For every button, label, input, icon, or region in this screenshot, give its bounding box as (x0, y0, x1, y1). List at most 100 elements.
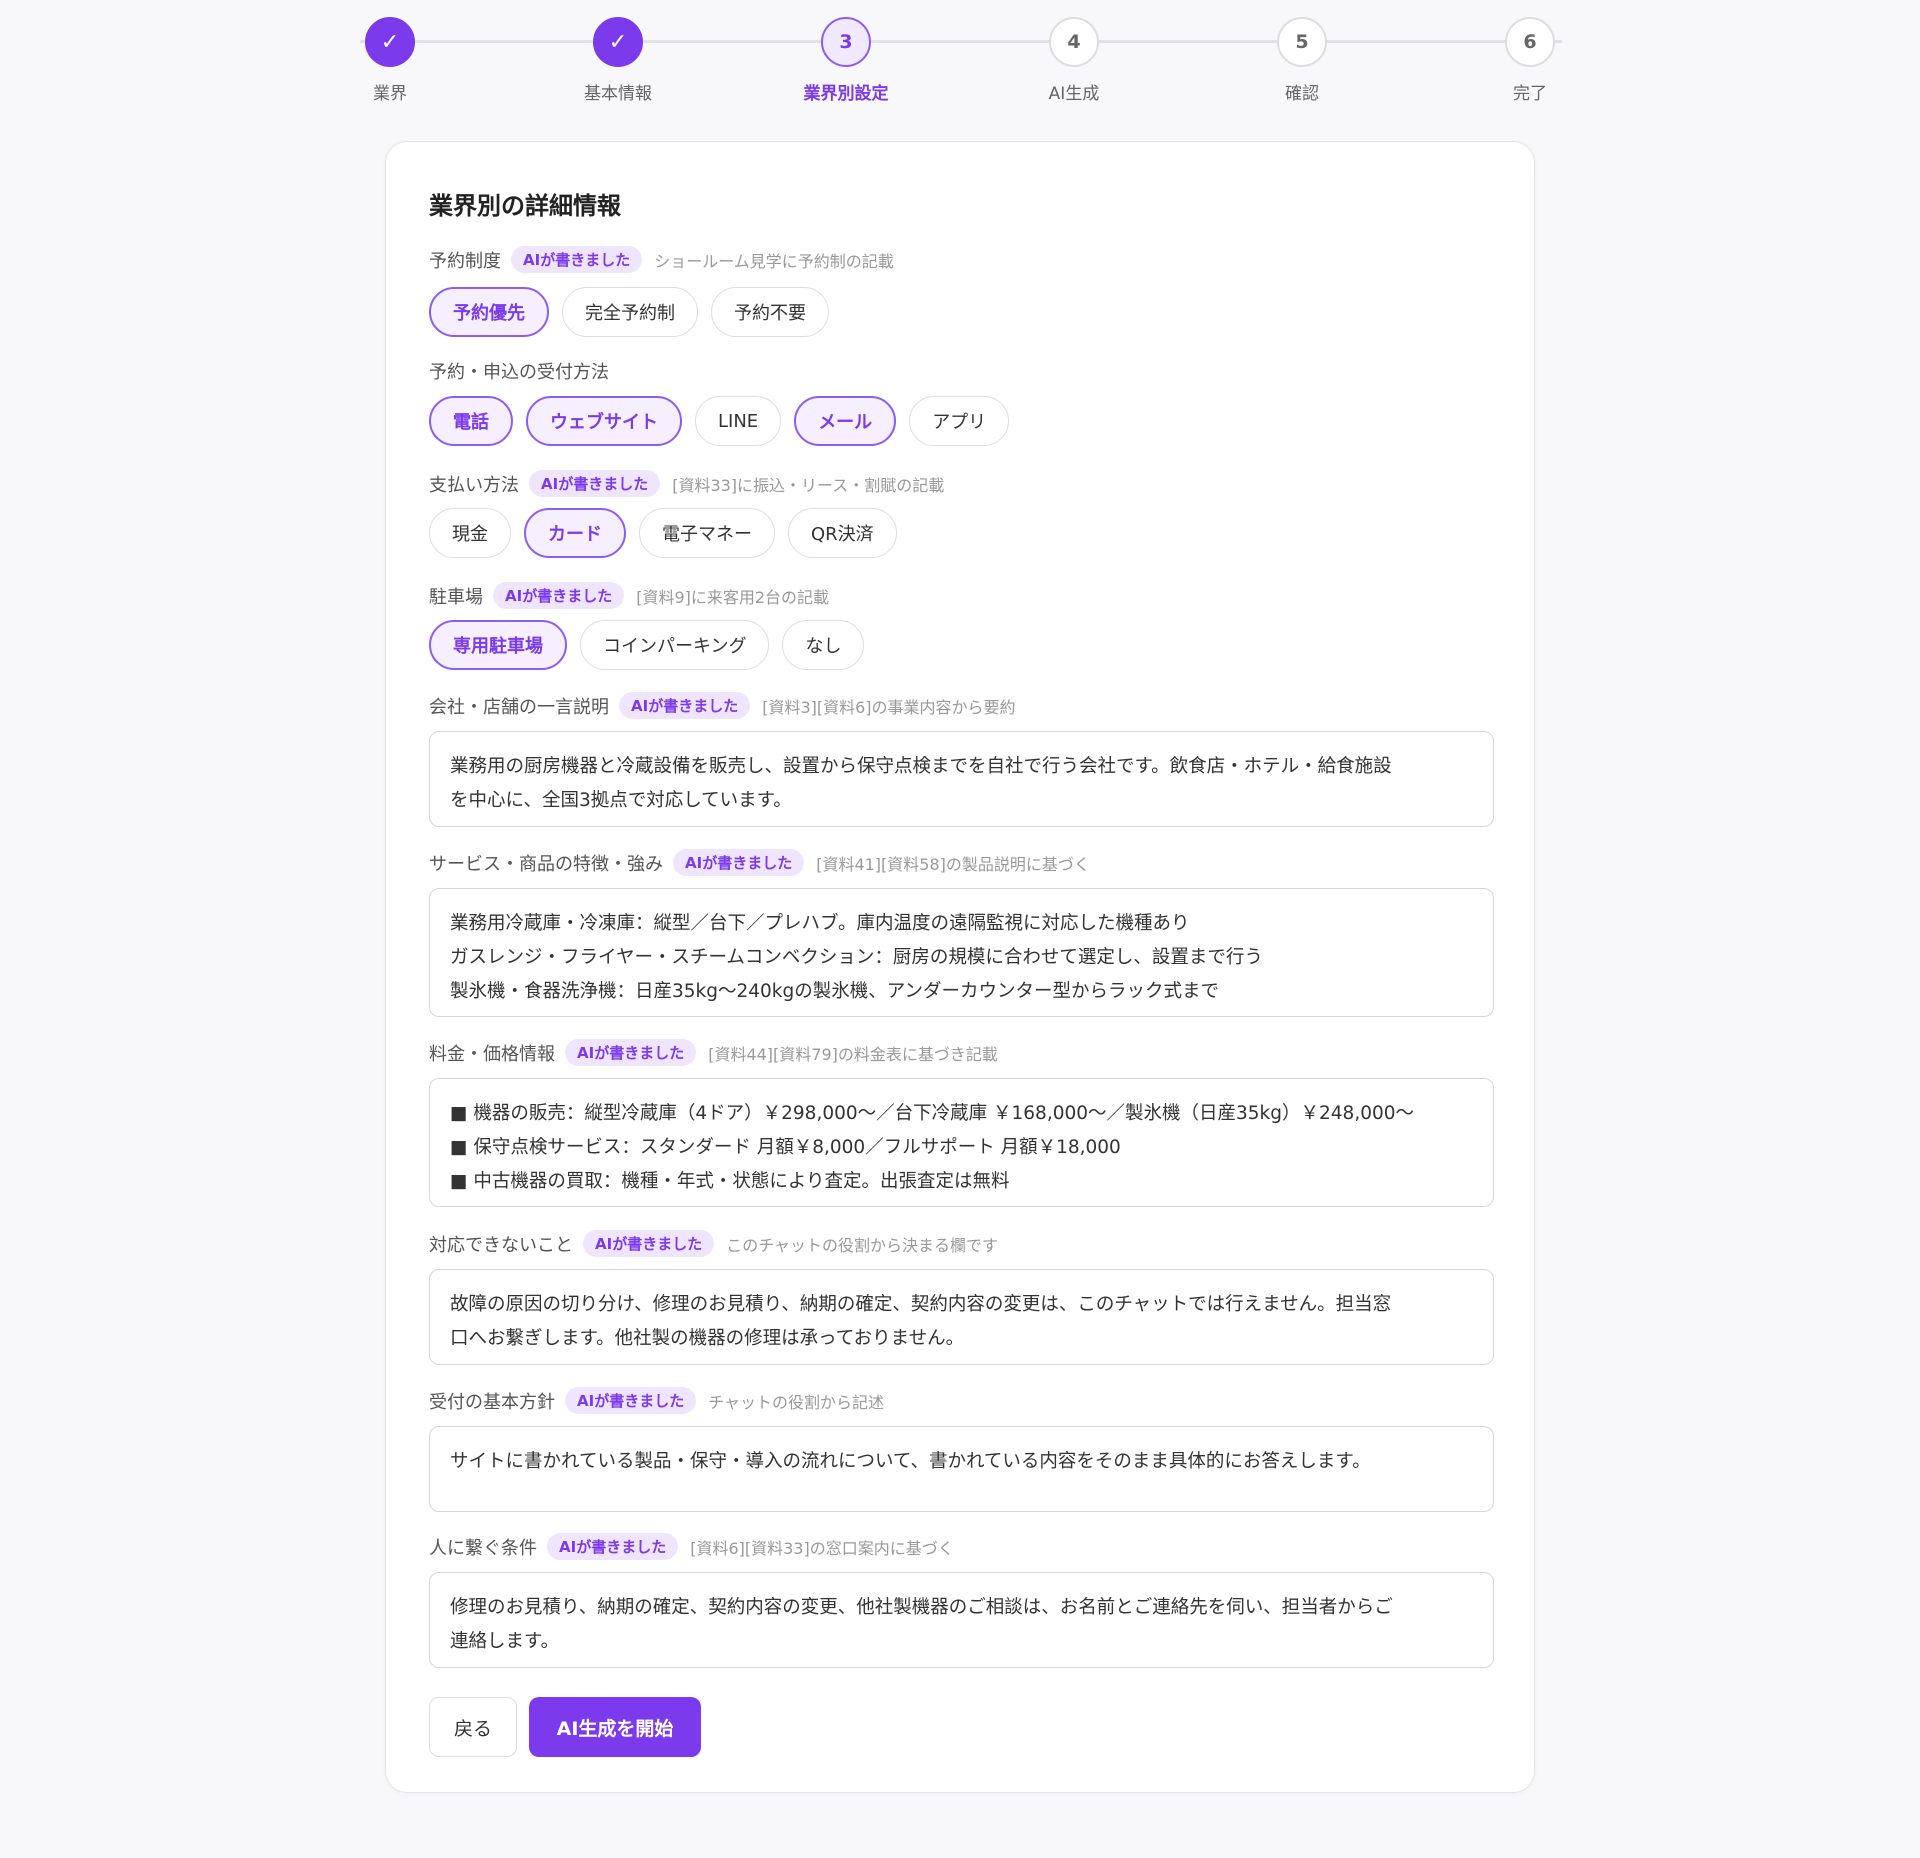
option-chip[interactable]: 電子マネー (639, 508, 775, 558)
step-6: 6 完了 (1460, 17, 1600, 104)
description-field-header: 会社・店舗の一言説明 AIが書きました [資料3][資料6]の事業内容から要約 (429, 692, 1016, 719)
ai-written-badge: AIが書きました (493, 582, 625, 609)
ai-written-badge: AIが書きました (529, 470, 661, 497)
ai-written-badge: AIが書きました (547, 1533, 679, 1560)
step-check-icon: ✓ (365, 17, 415, 67)
option-chip[interactable]: カード (524, 508, 626, 558)
field-source-hint: このチャットの役割から決まる欄です (726, 1235, 999, 1255)
pricing-field-header: 料金・価格情報 AIが書きました [資料44][資料79]の料金表に基づき記載 (429, 1039, 998, 1066)
field-source-hint: チャットの役割から記述 (708, 1392, 885, 1412)
back-button[interactable]: 戻る (429, 1697, 517, 1757)
ai-written-badge: AIが書きました (565, 1039, 697, 1066)
step-label: 業界 (373, 84, 407, 104)
field-source-hint: [資料9]に来客用2台の記載 (636, 587, 830, 607)
start-ai-generation-button[interactable]: AI生成を開始 (529, 1697, 701, 1757)
text-line: 製氷機・食器洗浄機：日産35kg〜240kgの製氷機、アンダーカウンター型からラ… (450, 981, 1220, 1002)
step-number: 5 (1277, 17, 1327, 67)
field-source-hint: [資料6][資料33]の窓口案内に基づく (690, 1538, 954, 1558)
field-label: 人に繋ぐ条件 (429, 1537, 537, 1559)
payment-options: 現金 カード 電子マネー QR決済 (429, 508, 910, 558)
text-line: ■ 中古機器の買取：機種・年式・状態により査定。出張査定は無料 (450, 1171, 1010, 1192)
step-label: 基本情報 (584, 84, 652, 104)
option-chip[interactable]: 完全予約制 (562, 287, 698, 337)
text-line: ■ 機器の販売：縦型冷蔵庫（4ドア）￥298,000〜／台下冷蔵庫 ￥168,0… (450, 1103, 1415, 1124)
ai-written-badge: AIが書きました (673, 849, 805, 876)
text-line: サイトに書かれている製品・保守・導入の流れについて、書かれている内容をそのまま具… (450, 1451, 1371, 1472)
text-line: ■ 保守点検サービス：スタンダード 月額￥8,000／フルサポート 月額￥18,… (450, 1137, 1121, 1158)
cannot-do-textarea[interactable]: 故障の原因の切り分け、修理のお見積り、納期の確定、契約内容の変更は、このチャット… (429, 1269, 1494, 1365)
field-label: 料金・価格情報 (429, 1043, 555, 1065)
text-line: 業務用の厨房機器と冷蔵設備を販売し、設置から保守点検までを自社で行う会社です。飲… (450, 756, 1392, 777)
text-line: を中心に、全国3拠点で対応しています。 (450, 790, 792, 811)
field-source-hint: [資料3][資料6]の事業内容から要約 (762, 697, 1016, 717)
field-label: 駐車場 (429, 586, 483, 608)
field-source-hint: [資料44][資料79]の料金表に基づき記載 (708, 1044, 998, 1064)
option-chip[interactable]: 現金 (429, 508, 511, 558)
ai-written-badge: AIが書きました (511, 246, 643, 273)
field-label: 予約制度 (429, 250, 501, 272)
option-chip[interactable]: なし (782, 620, 865, 670)
text-line: 連絡します。 (450, 1631, 560, 1652)
step-1[interactable]: ✓ 業界 (320, 17, 460, 104)
option-chip[interactable]: 予約優先 (429, 287, 549, 337)
description-textarea[interactable]: 業務用の厨房機器と冷蔵設備を販売し、設置から保守点検までを自社で行う会社です。飲… (429, 731, 1494, 827)
ai-written-badge: AIが書きました (619, 692, 751, 719)
cannot-do-field-header: 対応できないこと AIが書きました このチャットの役割から決まる欄です (429, 1230, 998, 1257)
industry-details-card: 業界別の詳細情報 予約制度 AIが書きました ショールーム見学に予約制の記載 予… (385, 141, 1535, 1793)
text-line: ガスレンジ・フライヤー・スチームコンベクション：厨房の規模に合わせて選定し、設置… (450, 947, 1263, 968)
field-label: 受付の基本方針 (429, 1391, 555, 1413)
option-chip[interactable]: 専用駐車場 (429, 620, 567, 670)
step-number: 4 (1049, 17, 1099, 67)
step-number: 6 (1505, 17, 1555, 67)
parking-field-header: 駐車場 AIが書きました [資料9]に来客用2台の記載 (429, 582, 829, 609)
reception-options: 電話 ウェブサイト LINE メール アプリ (429, 396, 1022, 446)
option-chip[interactable]: 電話 (429, 396, 513, 446)
step-label: 完了 (1513, 84, 1547, 104)
step-5: 5 確認 (1232, 17, 1372, 104)
text-line: 故障の原因の切り分け、修理のお見積り、納期の確定、契約内容の変更は、このチャット… (450, 1294, 1392, 1315)
handoff-field-header: 人に繋ぐ条件 AIが書きました [資料6][資料33]の窓口案内に基づく (429, 1533, 954, 1560)
text-line: 修理のお見積り、納期の確定、契約内容の変更、他社製機器のご相談は、お名前とご連絡… (450, 1597, 1393, 1618)
step-label: 業界別設定 (803, 84, 889, 104)
option-chip[interactable]: LINE (695, 396, 782, 446)
field-label: 予約・申込の受付方法 (429, 362, 609, 383)
policy-textarea[interactable]: サイトに書かれている製品・保守・導入の流れについて、書かれている内容をそのまま具… (429, 1426, 1494, 1512)
progress-stepper: ✓ 業界 ✓ 基本情報 3 業界別設定 4 AI生成 5 確認 6 完了 (0, 0, 1920, 110)
text-line: 口へお繋ぎします。他社製の機器の修理は承っておりません。 (450, 1328, 965, 1349)
reception-field-header: 予約・申込の受付方法 (429, 358, 619, 384)
pricing-textarea[interactable]: ■ 機器の販売：縦型冷蔵庫（4ドア）￥298,000〜／台下冷蔵庫 ￥168,0… (429, 1078, 1494, 1207)
features-textarea[interactable]: 業務用冷蔵庫・冷凍庫：縦型／台下／プレハブ。庫内温度の遠隔監視に対応した機種あり… (429, 888, 1494, 1017)
policy-field-header: 受付の基本方針 AIが書きました チャットの役割から記述 (429, 1387, 884, 1414)
field-label: 対応できないこと (429, 1234, 573, 1256)
option-chip[interactable]: 予約不要 (711, 287, 829, 337)
field-label: 会社・店舗の一言説明 (429, 696, 609, 718)
step-3[interactable]: 3 業界別設定 (776, 17, 916, 104)
option-chip[interactable]: QR決済 (788, 508, 897, 558)
field-label: サービス・商品の特徴・強み (429, 853, 663, 875)
reservation-options: 予約優先 完全予約制 予約不要 (429, 287, 842, 337)
option-chip[interactable]: コインパーキング (580, 620, 770, 670)
field-source-hint: [資料33]に振込・リース・割賦の記載 (672, 475, 945, 495)
ai-written-badge: AIが書きました (583, 1230, 715, 1257)
text-line: 業務用冷蔵庫・冷凍庫：縦型／台下／プレハブ。庫内温度の遠隔監視に対応した機種あり (450, 913, 1190, 934)
reservation-field-header: 予約制度 AIが書きました ショールーム見学に予約制の記載 (429, 246, 894, 273)
step-4: 4 AI生成 (1004, 17, 1144, 104)
step-check-icon: ✓ (593, 17, 643, 67)
step-2[interactable]: ✓ 基本情報 (548, 17, 688, 104)
option-chip[interactable]: メール (794, 396, 897, 446)
ai-written-badge: AIが書きました (565, 1387, 697, 1414)
card-title: 業界別の詳細情報 (429, 192, 621, 220)
payment-field-header: 支払い方法 AIが書きました [資料33]に振込・リース・割賦の記載 (429, 470, 944, 497)
parking-options: 専用駐車場 コインパーキング なし (429, 620, 877, 670)
step-label: 確認 (1285, 84, 1319, 104)
field-label: 支払い方法 (429, 474, 519, 496)
option-chip[interactable]: ウェブサイト (526, 396, 682, 446)
features-field-header: サービス・商品の特徴・強み AIが書きました [資料41][資料58]の製品説明… (429, 849, 1090, 876)
field-source-hint: ショールーム見学に予約制の記載 (654, 251, 894, 271)
option-chip[interactable]: アプリ (909, 396, 1010, 446)
field-source-hint: [資料41][資料58]の製品説明に基づく (816, 854, 1090, 874)
step-number: 3 (821, 17, 871, 67)
handoff-textarea[interactable]: 修理のお見積り、納期の確定、契約内容の変更、他社製機器のご相談は、お名前とご連絡… (429, 1572, 1494, 1668)
step-label: AI生成 (1048, 84, 1100, 104)
stepper-track (360, 40, 1562, 43)
